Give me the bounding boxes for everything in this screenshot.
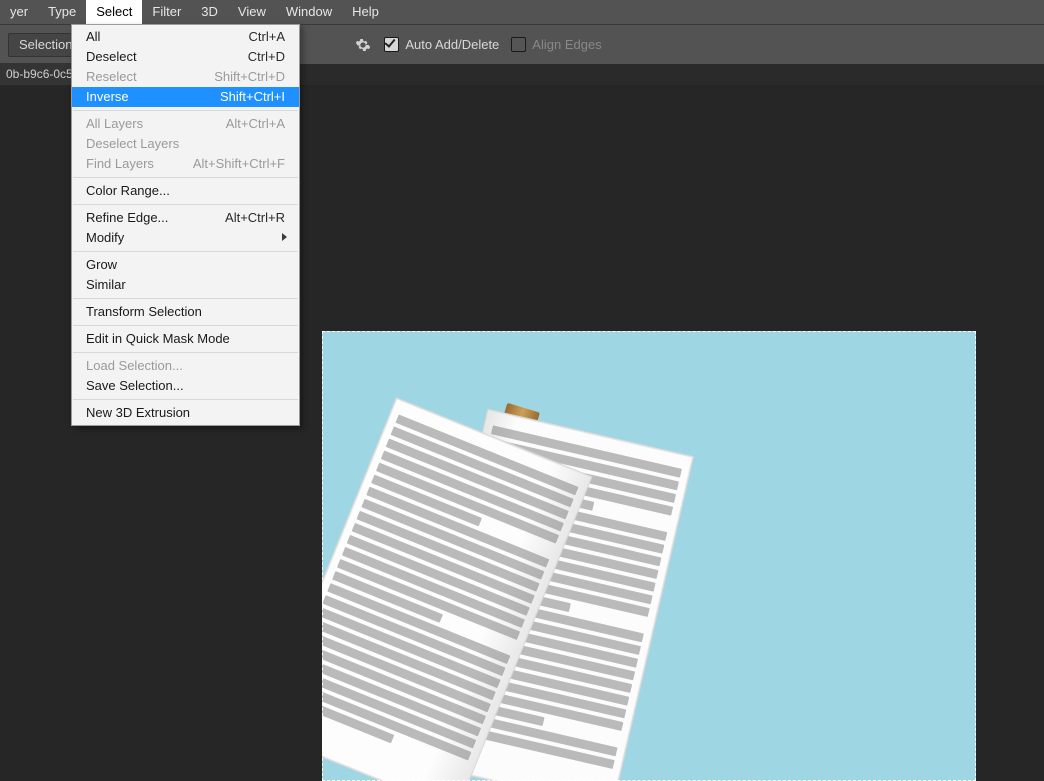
menu-item-shortcut: Alt+Shift+Ctrl+F [193, 154, 285, 174]
menu-separator [73, 177, 298, 178]
menu-item-shortcut: Alt+Ctrl+R [225, 208, 285, 228]
menu-window[interactable]: Window [276, 0, 342, 24]
menu-bar: yerTypeSelectFilter3DViewWindowHelp [0, 0, 1044, 24]
menu-item-modify[interactable]: Modify [72, 228, 299, 248]
menu-view[interactable]: View [228, 0, 276, 24]
menu-item-label: Deselect [86, 47, 137, 67]
menu-item-label: Transform Selection [86, 302, 202, 322]
menu-item-save-selection[interactable]: Save Selection... [72, 376, 299, 396]
checkbox-icon [511, 37, 526, 52]
menu-item-label: Find Layers [86, 154, 154, 174]
select-menu-dropdown: All Ctrl+A Deselect Ctrl+D Reselect Shift+Ctr… [71, 24, 300, 426]
menu-separator [73, 110, 298, 111]
menu-item-label: Similar [86, 275, 126, 295]
menu-item-all-layers: All Layers Alt+Ctrl+A [72, 114, 299, 134]
menu-item-edit-in-quick-mask-mode[interactable]: Edit in Quick Mask Mode [72, 329, 299, 349]
auto-add-delete-checkbox[interactable]: Auto Add/Delete [384, 37, 499, 52]
menu-item-deselect[interactable]: Deselect Ctrl+D [72, 47, 299, 67]
auto-add-delete-label: Auto Add/Delete [405, 37, 499, 52]
gear-icon[interactable] [354, 36, 372, 54]
menu-item-label: Reselect [86, 67, 137, 87]
menu-item-shortcut: Shift+Ctrl+D [214, 67, 285, 87]
menu-item-grow[interactable]: Grow [72, 255, 299, 275]
checkbox-icon [384, 37, 399, 52]
menu-filter[interactable]: Filter [142, 0, 191, 24]
align-edges-checkbox[interactable]: Align Edges [511, 37, 601, 52]
menu-item-shortcut: Ctrl+A [249, 27, 285, 47]
menu-item-transform-selection[interactable]: Transform Selection [72, 302, 299, 322]
menu-yer[interactable]: yer [0, 0, 38, 24]
menu-help[interactable]: Help [342, 0, 389, 24]
menu-select[interactable]: Select [86, 0, 142, 24]
menu-separator [73, 399, 298, 400]
menu-item-find-layers: Find Layers Alt+Shift+Ctrl+F [72, 154, 299, 174]
menu-item-label: Refine Edge... [86, 208, 168, 228]
menu-item-label: Grow [86, 255, 117, 275]
menu-item-shortcut: Ctrl+D [248, 47, 285, 67]
menu-type[interactable]: Type [38, 0, 86, 24]
menu-item-label: All Layers [86, 114, 143, 134]
menu-separator [73, 298, 298, 299]
menu-item-label: Load Selection... [86, 356, 183, 376]
menu-item-label: Modify [86, 228, 124, 248]
menu-item-new-3d-extrusion[interactable]: New 3D Extrusion [72, 403, 299, 423]
menu-item-label: Save Selection... [86, 376, 184, 396]
menu-separator [73, 251, 298, 252]
menu-item-refine-edge[interactable]: Refine Edge... Alt+Ctrl+R [72, 208, 299, 228]
menu-item-label: Color Range... [86, 181, 170, 201]
menu-item-label: New 3D Extrusion [86, 403, 190, 423]
menu-3d[interactable]: 3D [191, 0, 228, 24]
menu-item-label: Deselect Layers [86, 134, 179, 154]
align-edges-label: Align Edges [532, 37, 601, 52]
menu-separator [73, 325, 298, 326]
menu-item-similar[interactable]: Similar [72, 275, 299, 295]
menu-item-shortcut: Shift+Ctrl+I [220, 87, 285, 107]
menu-item-all[interactable]: All Ctrl+A [72, 27, 299, 47]
document-image[interactable] [322, 331, 976, 781]
menu-separator [73, 352, 298, 353]
book-photo [322, 338, 776, 781]
menu-item-reselect: Reselect Shift+Ctrl+D [72, 67, 299, 87]
menu-item-deselect-layers: Deselect Layers [72, 134, 299, 154]
menu-item-load-selection: Load Selection... [72, 356, 299, 376]
menu-item-inverse[interactable]: Inverse Shift+Ctrl+I [72, 87, 299, 107]
menu-item-label: All [86, 27, 100, 47]
menu-item-color-range[interactable]: Color Range... [72, 181, 299, 201]
menu-item-label: Inverse [86, 87, 129, 107]
menu-item-label: Edit in Quick Mask Mode [86, 329, 230, 349]
menu-separator [73, 204, 298, 205]
menu-item-shortcut: Alt+Ctrl+A [226, 114, 285, 134]
